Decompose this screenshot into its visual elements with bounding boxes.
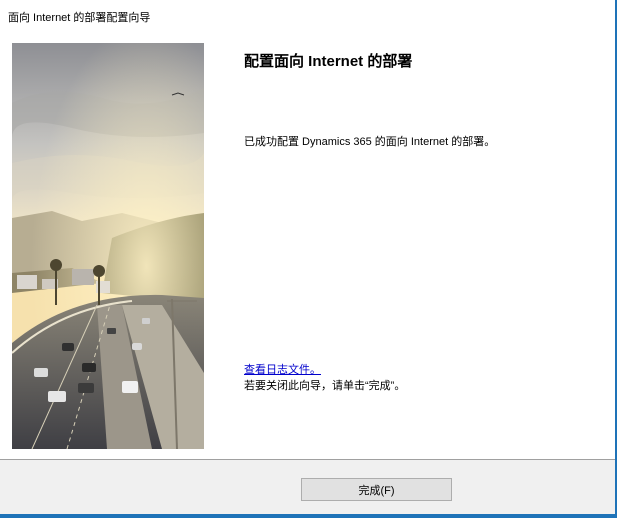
window-border-right: [615, 0, 617, 518]
page-heading: 配置面向 Internet 的部署: [244, 53, 413, 70]
window-border-bottom: [0, 514, 615, 518]
wizard-window: 面向 Internet 的部署配置向导 配置面向 Internet 的部署 已成…: [0, 0, 622, 518]
footer-bar: 完成(F): [0, 459, 615, 518]
window-title: 面向 Internet 的部署配置向导: [8, 12, 151, 24]
hero-image: [12, 43, 204, 449]
title-bar: 面向 Internet 的部署配置向导: [0, 0, 615, 30]
success-message: 已成功配置 Dynamics 365 的面向 Internet 的部署。: [244, 136, 496, 148]
finish-button[interactable]: 完成(F): [301, 478, 452, 501]
view-log-link[interactable]: 查看日志文件。: [244, 361, 321, 377]
close-instruction: 若要关闭此向导，请单击“完成”。: [244, 380, 406, 392]
